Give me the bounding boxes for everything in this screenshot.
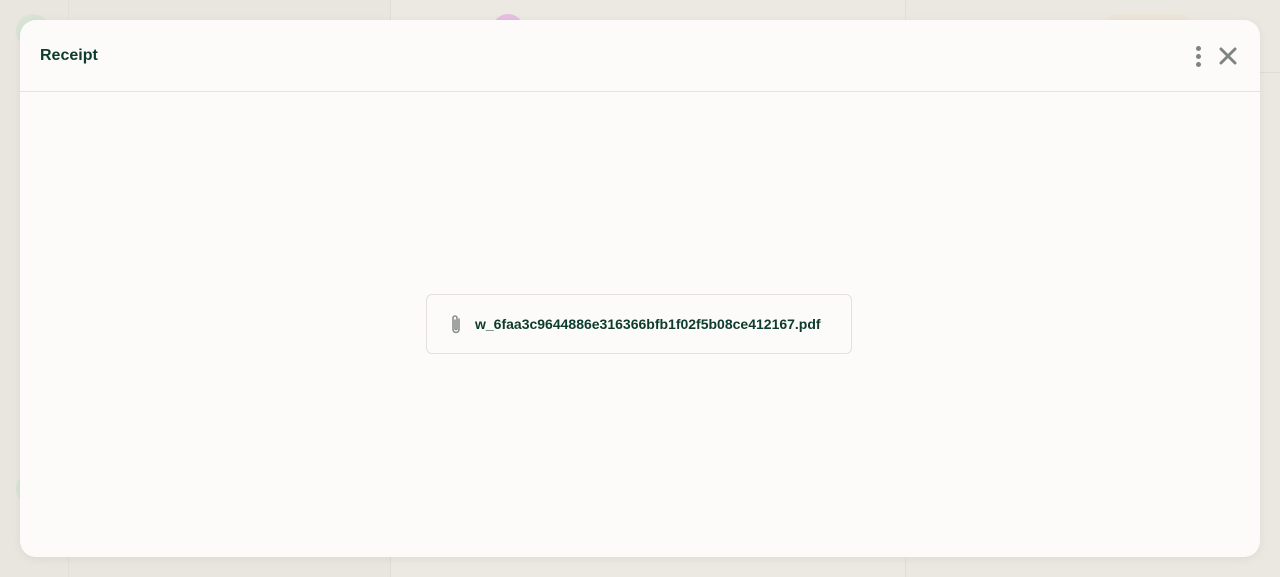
- more-vertical-icon: [1195, 45, 1201, 51]
- receipt-modal: Receipt w_6faa3c9644886e316366bfb1f02f5b…: [20, 20, 1260, 557]
- close-button[interactable]: [1216, 44, 1240, 68]
- modal-header: Receipt: [20, 20, 1260, 92]
- more-vertical-icon-dot: [1195, 61, 1201, 67]
- modal-title: Receipt: [40, 47, 98, 64]
- close-icon: [1219, 47, 1237, 65]
- more-options-button[interactable]: [1188, 44, 1208, 68]
- more-vertical-icon-dot: [1195, 53, 1201, 59]
- attachment-file[interactable]: w_6faa3c9644886e316366bfb1f02f5b08ce4121…: [426, 294, 852, 354]
- attachment-file-name: w_6faa3c9644886e316366bfb1f02f5b08ce4121…: [475, 316, 821, 332]
- paperclip-icon: [447, 312, 465, 336]
